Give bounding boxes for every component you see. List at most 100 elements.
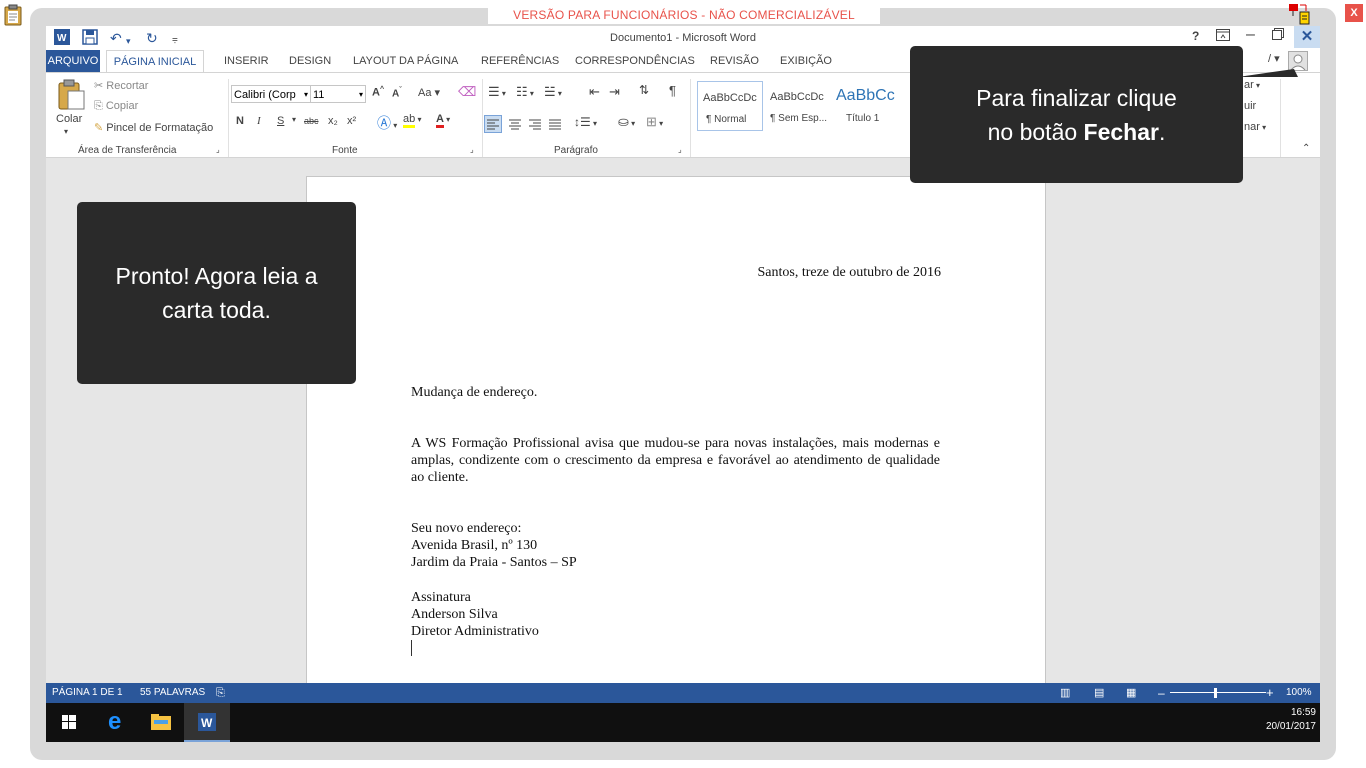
tab-pagina-inicial[interactable]: PÁGINA INICIAL xyxy=(106,50,204,72)
sort-icon[interactable]: ⇅ xyxy=(639,83,649,97)
cut-button[interactable]: ✂ Recortar xyxy=(94,79,148,92)
undo-icon[interactable]: ↶ xyxy=(110,29,122,47)
redo-icon[interactable]: ↻ xyxy=(146,29,158,47)
align-left-button[interactable] xyxy=(484,115,502,133)
print-layout-icon[interactable]: ▤ xyxy=(1094,683,1104,703)
tab-design[interactable]: DESIGN xyxy=(289,50,331,72)
highlight-icon[interactable]: ab ▾ xyxy=(403,113,422,128)
divider xyxy=(690,79,691,157)
clipboard-launcher-icon[interactable]: ⌟ xyxy=(216,145,220,154)
paste-dropdown-icon[interactable]: ▾ xyxy=(64,127,68,136)
bullets-icon[interactable]: ☰ ▾ xyxy=(488,84,506,100)
zoom-in-icon[interactable]: + xyxy=(1266,683,1274,703)
document-page[interactable]: Santos, treze de outubro de 2016 Mudança… xyxy=(306,176,1046,698)
tab-arquivo[interactable]: ARQUIVO xyxy=(46,50,100,72)
numbering-icon[interactable]: ☷ ▾ xyxy=(516,84,534,100)
paragraph-group-label: Parágrafo xyxy=(554,145,598,156)
change-case-button[interactable]: Aa ▾ xyxy=(418,86,440,99)
divider xyxy=(482,79,483,157)
superscript-button[interactable]: x² xyxy=(347,115,356,127)
zoom-level[interactable]: 100% xyxy=(1286,683,1312,703)
bold-button[interactable]: N xyxy=(236,115,244,127)
minimize-button[interactable]: – xyxy=(1246,26,1255,44)
borders-icon[interactable]: ⊞ ▾ xyxy=(646,114,663,130)
line-spacing-icon[interactable]: ↕☰ ▾ xyxy=(574,115,597,129)
clock[interactable]: 16:59 20/01/2017 xyxy=(1256,706,1316,734)
svg-text:W: W xyxy=(201,716,213,730)
status-bar: PÁGINA 1 DE 1 55 PALAVRAS ⎘ ▥ ▤ ▦ – + 10… xyxy=(46,683,1320,703)
find-button[interactable]: ar ▾ xyxy=(1244,79,1260,91)
zoom-slider[interactable] xyxy=(1170,692,1266,693)
exit-tutorial-button[interactable]: X xyxy=(1345,4,1363,22)
strikethrough-button[interactable]: abc xyxy=(304,116,319,126)
signer-title: Diretor Administrativo xyxy=(411,624,539,639)
tab-layout[interactable]: LAYOUT DA PÁGINA xyxy=(353,50,458,72)
proofing-icon[interactable]: ⎘ xyxy=(216,683,225,703)
close-instruction-text: no botão xyxy=(987,119,1084,145)
style-titulo-1[interactable]: AaBbCc Título 1 xyxy=(834,81,902,131)
tab-correspondencias[interactable]: CORRESPONDÊNCIAS xyxy=(575,50,695,72)
tab-exibicao[interactable]: EXIBIÇÃO xyxy=(780,50,832,72)
font-group-label: Fonte xyxy=(332,145,358,156)
tab-referencias[interactable]: REFERÊNCIAS xyxy=(481,50,559,72)
style-sem-espaco[interactable]: AaBbCcDc ¶ Sem Esp... xyxy=(766,81,830,131)
italic-button[interactable]: I xyxy=(257,115,261,127)
style-normal[interactable]: AaBbCcDc ¶ Normal xyxy=(697,81,763,131)
style-sem-espaco-name: ¶ Sem Esp... xyxy=(770,113,828,124)
subject-line: Mudança de endereço. xyxy=(411,385,538,400)
customize-qat-icon[interactable]: ⩦ xyxy=(172,31,178,49)
decrease-indent-icon[interactable]: ⇤ xyxy=(589,84,600,100)
save-icon[interactable] xyxy=(82,29,98,49)
font-launcher-icon[interactable]: ⌟ xyxy=(470,145,474,154)
taskbar: e W 16:59 20/01/2017 xyxy=(46,703,1320,742)
multilevel-list-icon[interactable]: ☱ ▾ xyxy=(544,84,562,100)
grow-font-icon[interactable]: A^ xyxy=(372,86,384,99)
ribbon-options-icon[interactable] xyxy=(1216,29,1230,44)
word-count[interactable]: 55 PALAVRAS xyxy=(140,683,205,703)
underline-button[interactable]: S xyxy=(277,115,284,127)
collapse-ribbon-icon[interactable]: ⌃ xyxy=(1302,143,1310,154)
font-color-icon[interactable]: A ▾ xyxy=(436,113,450,128)
page-count[interactable]: PÁGINA 1 DE 1 xyxy=(52,683,123,703)
increase-indent-icon[interactable]: ⇥ xyxy=(609,84,620,100)
select-button[interactable]: nar ▾ xyxy=(1244,121,1266,133)
copy-button[interactable]: ⎘ Copiar xyxy=(94,100,138,113)
windows-start-icon[interactable] xyxy=(62,715,76,734)
paste-button[interactable]: Colar xyxy=(56,113,82,125)
file-explorer-icon[interactable] xyxy=(151,714,171,735)
clipboard-icon[interactable] xyxy=(4,4,22,26)
tab-inserir[interactable]: INSERIR xyxy=(224,50,269,72)
cut-label: Recortar xyxy=(106,80,149,92)
align-right-icon[interactable] xyxy=(527,116,543,137)
subscript-button[interactable]: x₂ xyxy=(328,115,338,127)
font-size-box[interactable]: 11 ▾ xyxy=(310,85,366,103)
zoom-slider-handle[interactable] xyxy=(1214,688,1217,698)
help-button[interactable]: ? xyxy=(1192,29,1199,43)
signature-label: Assinatura xyxy=(411,590,471,605)
clear-formatting-icon[interactable]: ⌫ xyxy=(458,84,476,100)
underline-dropdown-icon[interactable]: ▾ xyxy=(292,115,296,124)
text-effects-icon[interactable]: Ⓐ ▾ xyxy=(377,113,397,133)
edge-icon[interactable]: e xyxy=(108,709,121,735)
tray-flag-icon xyxy=(1288,2,1314,31)
style-titulo-1-name: Título 1 xyxy=(846,113,880,124)
shrink-font-icon[interactable]: Aˇ xyxy=(392,87,402,99)
font-name-box[interactable]: Calibri (Corp ▾ xyxy=(231,85,311,103)
align-center-icon[interactable] xyxy=(507,116,523,137)
replace-button[interactable]: uir xyxy=(1244,100,1256,112)
restore-button[interactable] xyxy=(1272,28,1284,43)
read-mode-icon[interactable]: ▥ xyxy=(1060,683,1070,703)
shading-icon[interactable]: ⛀ ▾ xyxy=(618,114,635,130)
web-layout-icon[interactable]: ▦ xyxy=(1126,683,1136,703)
zoom-out-icon[interactable]: – xyxy=(1158,683,1165,703)
paragraph-launcher-icon[interactable]: ⌟ xyxy=(678,145,682,154)
tab-revisao[interactable]: REVISÃO xyxy=(710,50,759,72)
format-painter-label: Pincel de Formatação xyxy=(106,122,214,134)
paste-icon[interactable] xyxy=(56,79,86,111)
justify-icon[interactable] xyxy=(547,116,563,137)
select-label: nar xyxy=(1244,121,1260,133)
word-taskbar-button[interactable]: W xyxy=(184,703,230,742)
pilcrow-icon[interactable]: ¶ xyxy=(669,83,676,98)
format-painter-button[interactable]: ✎ Pincel de Formatação xyxy=(94,121,213,134)
undo-dropdown-icon[interactable]: ▾ xyxy=(126,32,131,50)
